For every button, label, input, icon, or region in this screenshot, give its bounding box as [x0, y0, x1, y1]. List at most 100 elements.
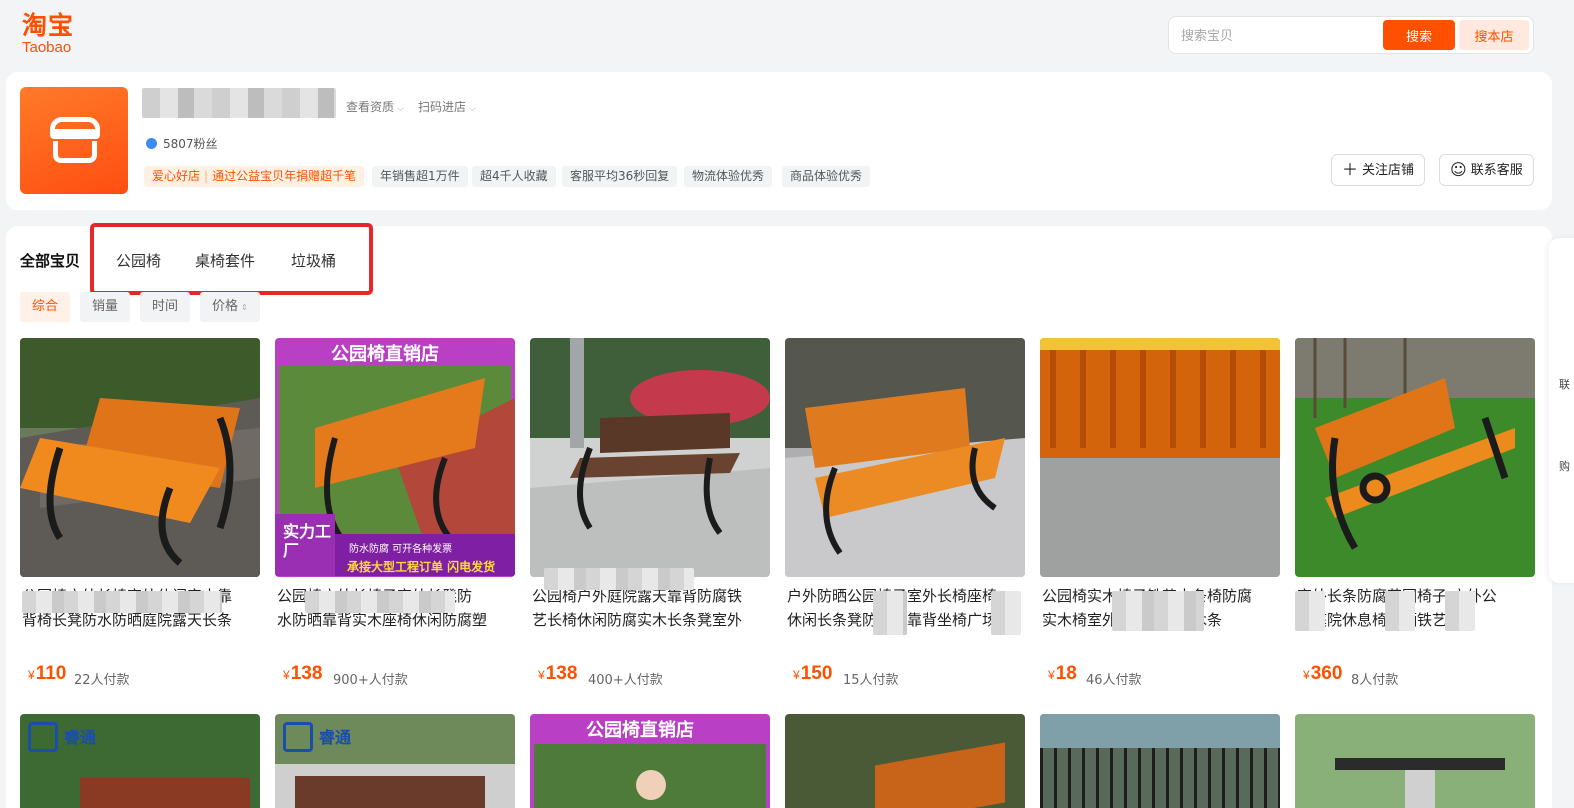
title-blur	[22, 591, 222, 613]
product-card[interactable]: 公园椅直销店 实力工厂 防水防腐 可开各种发票 承接大型工程订单 闪电发货 公园…	[275, 338, 515, 698]
title-blur	[1112, 591, 1204, 631]
product-image[interactable]	[20, 338, 260, 577]
product-image[interactable]	[1040, 338, 1280, 577]
price-value: 138	[290, 663, 323, 684]
charity-tag[interactable]: 爱心好店 | 通过公益宝贝年捐赠超千笔	[144, 166, 365, 187]
price-value: 110	[35, 663, 67, 684]
product-card[interactable]	[1040, 714, 1280, 808]
taobao-logo[interactable]: 淘宝 Taobao	[22, 12, 92, 58]
product-sales: 900+人付款	[333, 673, 408, 688]
search-store-button[interactable]: 搜本店	[1459, 20, 1529, 50]
scan-to-enter-label: 扫码进店	[418, 100, 467, 114]
price-value: 150	[800, 663, 833, 684]
background-graphic	[1040, 714, 1280, 748]
title-blur	[305, 591, 455, 613]
verified-icon	[146, 138, 157, 149]
currency-symbol: ¥	[793, 668, 800, 682]
sort-arrows-icon: ⇕	[241, 303, 248, 312]
promo-line1: 防水防腐 可开各种发票	[349, 544, 453, 555]
product-sales: 46人付款	[1086, 673, 1142, 688]
shop-tag: 商品体验优秀	[782, 166, 871, 187]
product-card[interactable]: 公园椅户外长椅室外休闲实木靠背椅长凳防水防晒庭院露天长条 ¥110 22人付款	[20, 338, 260, 698]
product-card[interactable]: 睿通	[275, 714, 515, 808]
title-blur	[873, 591, 907, 635]
price-value: 138	[545, 663, 578, 684]
product-price: ¥18	[1048, 663, 1077, 685]
rail-item-contact[interactable]: 联	[1559, 376, 1570, 392]
product-sales: 400+人付款	[588, 673, 663, 688]
shop-tag: 物流体验优秀	[684, 166, 773, 187]
contact-service-button[interactable]: ☺ 联系客服	[1439, 154, 1534, 186]
store-icon	[50, 117, 100, 139]
promo-banner: 公园椅直销店	[331, 344, 439, 365]
shop-logo[interactable]	[20, 87, 128, 194]
product-title-line1: 室外长条防腐花园椅子 户外公	[1297, 587, 1497, 605]
contact-service-label: 联系客服	[1470, 163, 1523, 178]
fence-graphic	[1040, 748, 1280, 808]
product-image[interactable]	[1295, 338, 1535, 577]
product-title-line2: 园庭院休息椅防晒铁艺实	[1297, 611, 1463, 629]
sort-time[interactable]: 时间	[140, 292, 191, 322]
product-sales: 15人付款	[843, 673, 899, 688]
currency-symbol: ¥	[283, 668, 290, 682]
title-blur	[1295, 591, 1325, 631]
product-card[interactable]: 公园椅户外庭院露天靠背防腐铁 艺长椅休闲防腐实木长条凳室外 ¥138 400+人付…	[530, 338, 770, 698]
search-input[interactable]	[1181, 25, 1381, 47]
product-title[interactable]: 公园椅户外庭院露天靠背防腐铁 艺长椅休闲防腐实木长条凳室外	[532, 584, 768, 632]
store-icon-stripe	[53, 129, 97, 134]
view-credentials-link[interactable]: 查看资质 ⌵	[346, 98, 404, 115]
promo-line2: 承接大型工程订单 闪电发货	[347, 560, 496, 574]
fans-count: 5807粉丝	[146, 135, 218, 152]
bench-graphic	[295, 776, 485, 808]
price-value: 360	[1310, 663, 1343, 684]
category-all[interactable]: 全部宝贝	[20, 250, 80, 271]
product-card[interactable]	[1295, 714, 1535, 808]
product-listing: 全部宝贝 公园椅 桌椅套件 垃圾桶 综合 销量 时间 价格⇕ 公园椅户外长椅室外…	[6, 223, 1552, 808]
sort-sales[interactable]: 销量	[80, 292, 131, 322]
product-card[interactable]: 户外防晒公园椅子室外长椅座椅休闲长条凳防腐木靠背坐椅广场 ¥150 15人付款	[785, 338, 1025, 698]
scan-to-enter-link[interactable]: 扫码进店 ⌵	[418, 98, 476, 115]
product-sales: 8人付款	[1351, 673, 1399, 688]
smile-icon: ☺	[1450, 160, 1467, 179]
logo-cn: 淘宝	[22, 11, 75, 40]
title-blur	[991, 591, 1021, 635]
product-card[interactable]: 公园椅直销店	[530, 714, 770, 808]
search-bar: 搜索 搜本店	[1168, 16, 1534, 54]
sort-price-label: 价格	[212, 299, 239, 314]
product-image[interactable]	[530, 338, 770, 577]
brand-name: 睿通	[64, 728, 97, 747]
product-card[interactable]: 公园椅实木椅子铁艺木条椅防腐实木椅室外靠背椅配件木条 ¥18 46人付款	[1040, 338, 1280, 698]
currency-symbol: ¥	[1048, 668, 1055, 682]
product-title[interactable]: 室外长条防腐花园椅子 户外公园庭院休息椅防晒铁艺实	[1297, 584, 1533, 632]
currency-symbol: ¥	[1303, 668, 1310, 682]
product-image[interactable]: 公园椅直销店 实力工厂 防水防腐 可开各种发票 承接大型工程订单 闪电发货	[275, 338, 515, 577]
tag-separator: |	[204, 169, 209, 183]
title-blur	[1445, 591, 1475, 631]
bench-graphic	[875, 742, 1005, 808]
brand-logo-icon	[283, 722, 313, 752]
rail-item-cart[interactable]: 购	[1559, 458, 1570, 474]
title-blur	[1385, 591, 1415, 631]
product-card[interactable]	[785, 714, 1025, 808]
shop-tag: 超4千人收藏	[472, 166, 556, 187]
highlight-box	[90, 223, 373, 295]
chevron-down-icon: ⌵	[469, 104, 476, 114]
right-side-toolbar[interactable]: 联 购	[1549, 238, 1574, 583]
search-button[interactable]: 搜索	[1383, 20, 1455, 50]
product-title-line2: 艺长椅休闲防腐实木长条凳室外	[532, 611, 743, 629]
product-sales: 22人付款	[74, 673, 130, 688]
sort-price[interactable]: 价格 ⇕	[200, 292, 260, 322]
sort-comprehensive[interactable]: 综合	[20, 292, 71, 322]
promo-badge: 实力工厂	[283, 522, 332, 560]
product-image[interactable]	[785, 338, 1025, 577]
product-card[interactable]: 睿通	[20, 714, 260, 808]
shop-info-card: 查看资质 ⌵ 扫码进店 ⌵ 5807粉丝 爱心好店 | 通过公益宝贝年捐赠超千笔 年销售…	[6, 72, 1552, 210]
product-card[interactable]: 室外长条防腐花园椅子 户外公园庭院休息椅防晒铁艺实 ¥360 8人付款	[1295, 338, 1535, 698]
trash-bin-graphic	[1405, 770, 1435, 808]
follow-shop-button[interactable]: ＋关注店铺	[1331, 154, 1426, 186]
logo-en: Taobao	[22, 39, 72, 56]
promo-banner: 公园椅直销店	[586, 720, 694, 741]
shop-name-blurred[interactable]	[142, 88, 336, 118]
price-value: 18	[1055, 663, 1077, 684]
charity-tag-text: 通过公益宝贝年捐赠超千笔	[212, 169, 357, 183]
